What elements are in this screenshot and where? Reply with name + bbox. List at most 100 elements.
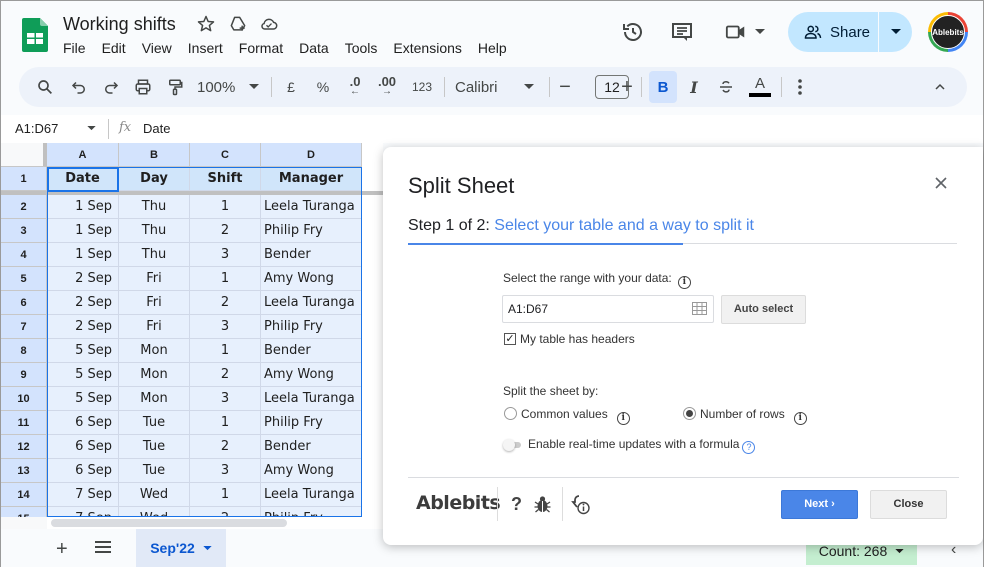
select-range-grid-icon[interactable] (692, 302, 707, 315)
menu-extensions[interactable]: Extensions (393, 40, 469, 56)
table-cell[interactable]: 1 (190, 483, 261, 507)
table-cell[interactable]: Tue (119, 435, 190, 459)
table-cell[interactable]: Bender (261, 435, 362, 459)
table-cell[interactable]: 1 (190, 411, 261, 435)
bold-button[interactable]: B (649, 71, 677, 103)
help-question-icon[interactable]: ? (742, 441, 756, 454)
table-cell[interactable]: Leela Turanga (261, 387, 362, 411)
auto-select-button[interactable]: Auto select (721, 295, 806, 324)
info-icon[interactable]: i (793, 412, 807, 425)
more-formats-button[interactable]: 123 (409, 67, 435, 107)
table-cell[interactable]: 1 Sep (47, 195, 119, 219)
more-options-button[interactable] (791, 67, 809, 107)
menu-data[interactable]: Data (299, 40, 337, 56)
column-header-a[interactable]: A (47, 143, 119, 167)
menu-help[interactable]: Help (478, 40, 515, 56)
row-header[interactable]: 15 (1, 507, 47, 517)
table-cell[interactable]: 7 Sep (47, 483, 119, 507)
range-input[interactable]: A1:D67 (502, 295, 714, 323)
share-dropdown-button[interactable] (879, 12, 912, 52)
row-header[interactable]: 2 (1, 195, 47, 219)
table-cell[interactable]: Amy Wong (261, 459, 362, 483)
meet-icon[interactable] (725, 20, 747, 44)
row-header[interactable]: 6 (1, 291, 47, 315)
table-cell[interactable]: 2 Sep (47, 315, 119, 339)
table-cell[interactable]: Mon (119, 387, 190, 411)
search-menus-button[interactable] (31, 67, 59, 107)
document-title[interactable]: Working shifts (63, 14, 176, 35)
zoom-select[interactable]: 100% (197, 67, 261, 107)
increase-font-size-button[interactable]: + (617, 67, 637, 107)
table-cell[interactable]: Thu (119, 195, 190, 219)
row-header[interactable]: 7 (1, 315, 47, 339)
ablebits-logo[interactable]: Ablebits (416, 492, 501, 514)
row-header[interactable]: 10 (1, 387, 47, 411)
table-cell[interactable]: 6 Sep (47, 459, 119, 483)
close-button[interactable]: Close (870, 490, 947, 519)
table-cell[interactable]: 2 (190, 363, 261, 387)
paint-format-button[interactable] (163, 67, 187, 107)
table-cell[interactable]: 1 Sep (47, 219, 119, 243)
table-cell[interactable]: Leela Turanga (261, 195, 362, 219)
table-cell[interactable]: Philip Fry (261, 411, 362, 435)
table-cell[interactable]: 7 Sep (47, 507, 119, 517)
table-cell[interactable]: 2 (190, 219, 261, 243)
table-cell[interactable]: Wed (119, 483, 190, 507)
row-header[interactable]: 12 (1, 435, 47, 459)
menu-edit[interactable]: Edit (102, 40, 134, 56)
account-avatar[interactable]: Ablebits (928, 12, 968, 52)
table-cell[interactable]: Fri (119, 315, 190, 339)
star-icon[interactable] (196, 14, 216, 34)
headers-checkbox-label[interactable]: My table has headers (520, 332, 635, 346)
sheets-logo-icon[interactable] (22, 18, 48, 52)
format-currency-button[interactable]: £ (281, 67, 301, 107)
decrease-decimal-button[interactable]: .0 ← (343, 67, 367, 107)
table-cell[interactable]: 3 (190, 243, 261, 267)
sheet-tab-sep22[interactable]: Sep'22 (136, 529, 226, 567)
close-icon[interactable] (933, 175, 949, 191)
table-cell[interactable]: 3 (190, 459, 261, 483)
table-cell[interactable]: Mon (119, 339, 190, 363)
font-family-select[interactable]: Calibri (455, 67, 537, 107)
print-button[interactable] (131, 67, 155, 107)
table-cell[interactable]: 2 Sep (47, 291, 119, 315)
table-cell[interactable]: Amy Wong (261, 363, 362, 387)
cloud-saved-icon[interactable] (259, 14, 279, 34)
collapse-menus-button[interactable] (929, 67, 951, 107)
radio-common-values[interactable] (504, 407, 517, 420)
table-cell[interactable]: Mon (119, 363, 190, 387)
row-header[interactable]: 11 (1, 411, 47, 435)
share-button[interactable]: Share (788, 12, 879, 52)
formula-input[interactable]: Date (143, 121, 170, 136)
table-cell[interactable]: 5 Sep (47, 363, 119, 387)
radio-number-of-rows[interactable] (683, 407, 696, 420)
table-cell[interactable]: Leela Turanga (261, 483, 362, 507)
info-icon[interactable]: i (677, 276, 691, 289)
sheet-tab-dropdown-icon[interactable] (203, 545, 212, 551)
all-sheets-menu-icon[interactable] (95, 541, 111, 553)
row-header[interactable]: 8 (1, 339, 47, 363)
table-cell[interactable]: 6 Sep (47, 435, 119, 459)
privacy-info-icon[interactable] (570, 494, 592, 516)
table-cell[interactable]: Thu (119, 219, 190, 243)
table-cell[interactable]: Philip Fry (261, 315, 362, 339)
strikethrough-button[interactable] (714, 67, 738, 107)
row-header[interactable]: 4 (1, 243, 47, 267)
decrease-font-size-button[interactable]: − (555, 67, 575, 107)
table-cell[interactable]: 2 (190, 291, 261, 315)
column-header-c[interactable]: C (190, 143, 261, 167)
menu-tools[interactable]: Tools (345, 40, 386, 56)
table-cell[interactable]: 3 (190, 387, 261, 411)
horizontal-scrollbar-thumb[interactable] (51, 519, 287, 527)
meet-dropdown-icon[interactable] (755, 29, 765, 35)
table-cell[interactable]: Philip Fry (261, 507, 362, 517)
table-cell[interactable]: Thu (119, 243, 190, 267)
table-cell[interactable]: Fri (119, 267, 190, 291)
table-cell[interactable]: 1 Sep (47, 243, 119, 267)
header-cell[interactable]: Day (119, 167, 190, 191)
table-cell[interactable]: Bender (261, 243, 362, 267)
row-header[interactable]: 13 (1, 459, 47, 483)
text-color-button[interactable]: A (747, 67, 773, 107)
report-bug-icon[interactable] (534, 495, 551, 513)
table-cell[interactable]: 1 (190, 267, 261, 291)
